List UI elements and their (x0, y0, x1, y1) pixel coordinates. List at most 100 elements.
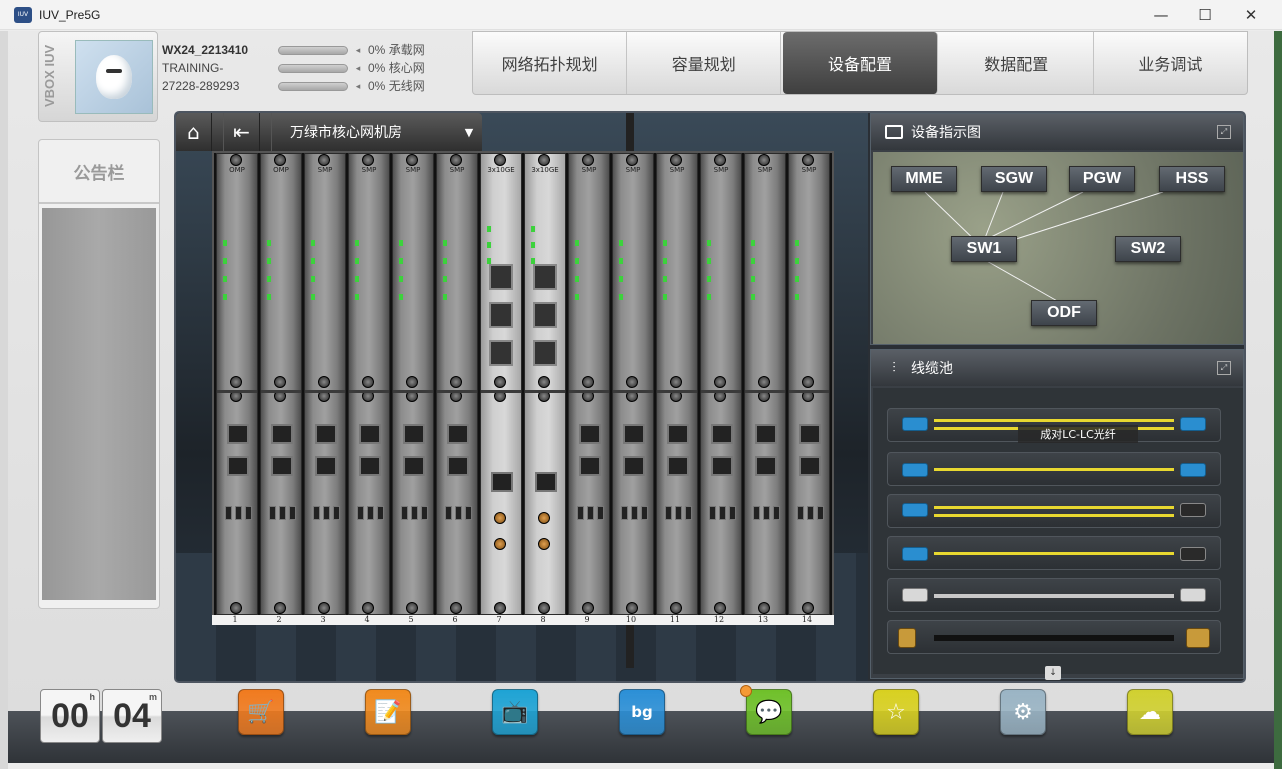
usb-port[interactable] (245, 506, 252, 520)
usb-port[interactable] (279, 506, 286, 520)
node-pgw[interactable]: PGW (1069, 166, 1135, 192)
tab-device-config[interactable]: 设备配置 (783, 32, 938, 94)
ethernet-port[interactable] (403, 424, 425, 444)
ethernet-port[interactable] (667, 424, 689, 444)
chat-icon[interactable]: 💬 (746, 689, 792, 735)
minimize-button[interactable]: — (1138, 0, 1184, 30)
maximize-icon[interactable]: ⤢ (1217, 361, 1231, 375)
usb-port[interactable] (333, 506, 340, 520)
cable-lc-fc[interactable] (887, 536, 1221, 570)
back-icon[interactable]: ⇤ (224, 113, 260, 151)
tab-capacity[interactable]: 容量规划 (627, 32, 782, 94)
usb-port[interactable] (313, 506, 320, 520)
usb-port[interactable] (421, 506, 428, 520)
usb-port[interactable] (377, 506, 384, 520)
sfp-port[interactable] (533, 264, 557, 290)
ethernet-port[interactable] (623, 424, 645, 444)
usb-port[interactable] (269, 506, 276, 520)
ethernet-port[interactable] (623, 456, 645, 476)
node-sgw[interactable]: SGW (981, 166, 1047, 192)
usb-port[interactable] (465, 506, 472, 520)
node-hss[interactable]: HSS (1159, 166, 1225, 192)
usb-port[interactable] (411, 506, 418, 520)
usb-port[interactable] (621, 506, 628, 520)
coax-port[interactable] (538, 538, 550, 550)
ethernet-port[interactable] (711, 424, 733, 444)
chassis-slot-10[interactable]: SMP (612, 153, 654, 615)
ethernet-port[interactable] (799, 456, 821, 476)
home-icon[interactable]: ⌂ (176, 113, 212, 151)
usb-port[interactable] (817, 506, 824, 520)
usb-port[interactable] (763, 506, 770, 520)
scroll-down-icon[interactable]: ↓ (1045, 666, 1061, 680)
chassis-slot-9[interactable]: SMP (568, 153, 610, 615)
cloud-icon[interactable]: ☁ (1127, 689, 1173, 735)
ethernet-port[interactable] (227, 424, 249, 444)
chassis-slot-2[interactable]: OMP (260, 153, 302, 615)
usb-port[interactable] (577, 506, 584, 520)
usb-port[interactable] (631, 506, 638, 520)
ethernet-port[interactable] (403, 456, 425, 476)
location-select[interactable]: 万绿市核心网机房 (272, 122, 456, 142)
usb-port[interactable] (367, 506, 374, 520)
sfp-port[interactable] (533, 302, 557, 328)
usb-port[interactable] (641, 506, 648, 520)
tab-service-debug[interactable]: 业务调试 (1094, 32, 1247, 94)
usb-port[interactable] (709, 506, 716, 520)
cable-lc-lc[interactable] (887, 452, 1221, 486)
node-sw2[interactable]: SW2 (1115, 236, 1181, 262)
usb-port[interactable] (225, 506, 232, 520)
node-odf[interactable]: ODF (1031, 300, 1097, 326)
background-icon[interactable]: bg (619, 689, 665, 735)
chassis-slot-8[interactable]: 3x10GE (524, 153, 566, 615)
notebook-icon[interactable]: 📝 (365, 689, 411, 735)
ethernet-port[interactable] (579, 456, 601, 476)
sfp-port[interactable] (489, 302, 513, 328)
usb-port[interactable] (685, 506, 692, 520)
ethernet-port[interactable] (535, 472, 557, 492)
maximize-button[interactable]: ☐ (1182, 0, 1228, 30)
sfp-port[interactable] (533, 340, 557, 366)
chassis-slot-11[interactable]: SMP (656, 153, 698, 615)
usb-port[interactable] (597, 506, 604, 520)
chassis-slot-5[interactable]: SMP (392, 153, 434, 615)
usb-port[interactable] (235, 506, 242, 520)
usb-port[interactable] (807, 506, 814, 520)
chassis-slot-6[interactable]: SMP (436, 153, 478, 615)
ethernet-port[interactable] (315, 456, 337, 476)
usb-port[interactable] (719, 506, 726, 520)
node-sw1[interactable]: SW1 (951, 236, 1017, 262)
ethernet-port[interactable] (447, 424, 469, 444)
ethernet-port[interactable] (579, 424, 601, 444)
usb-port[interactable] (289, 506, 296, 520)
star-icon[interactable]: ☆ (873, 689, 919, 735)
usb-port[interactable] (357, 506, 364, 520)
sfp-port[interactable] (489, 264, 513, 290)
notice-body[interactable] (42, 208, 156, 600)
usb-port[interactable] (797, 506, 804, 520)
chassis-slot-12[interactable]: SMP (700, 153, 742, 615)
ethernet-port[interactable] (359, 424, 381, 444)
ethernet-port[interactable] (755, 456, 777, 476)
chassis-slot-4[interactable]: SMP (348, 153, 390, 615)
cable-ethernet[interactable] (887, 578, 1221, 612)
ethernet-port[interactable] (667, 456, 689, 476)
usb-port[interactable] (675, 506, 682, 520)
ethernet-port[interactable] (711, 456, 733, 476)
ethernet-port[interactable] (491, 472, 513, 492)
usb-port[interactable] (587, 506, 594, 520)
tab-data-config[interactable]: 数据配置 (940, 32, 1094, 94)
usb-port[interactable] (323, 506, 330, 520)
ethernet-port[interactable] (315, 424, 337, 444)
coax-port[interactable] (538, 512, 550, 524)
ethernet-port[interactable] (271, 424, 293, 444)
ethernet-port[interactable] (447, 456, 469, 476)
close-button[interactable]: ✕ (1228, 0, 1274, 30)
coax-port[interactable] (494, 512, 506, 524)
coax-port[interactable] (494, 538, 506, 550)
chevron-down-icon[interactable]: ▼ (456, 126, 482, 139)
cable-lc-fc-pair[interactable] (887, 494, 1221, 528)
chassis-slot-7[interactable]: 3x10GE (480, 153, 522, 615)
avatar[interactable] (75, 40, 153, 114)
usb-port[interactable] (401, 506, 408, 520)
